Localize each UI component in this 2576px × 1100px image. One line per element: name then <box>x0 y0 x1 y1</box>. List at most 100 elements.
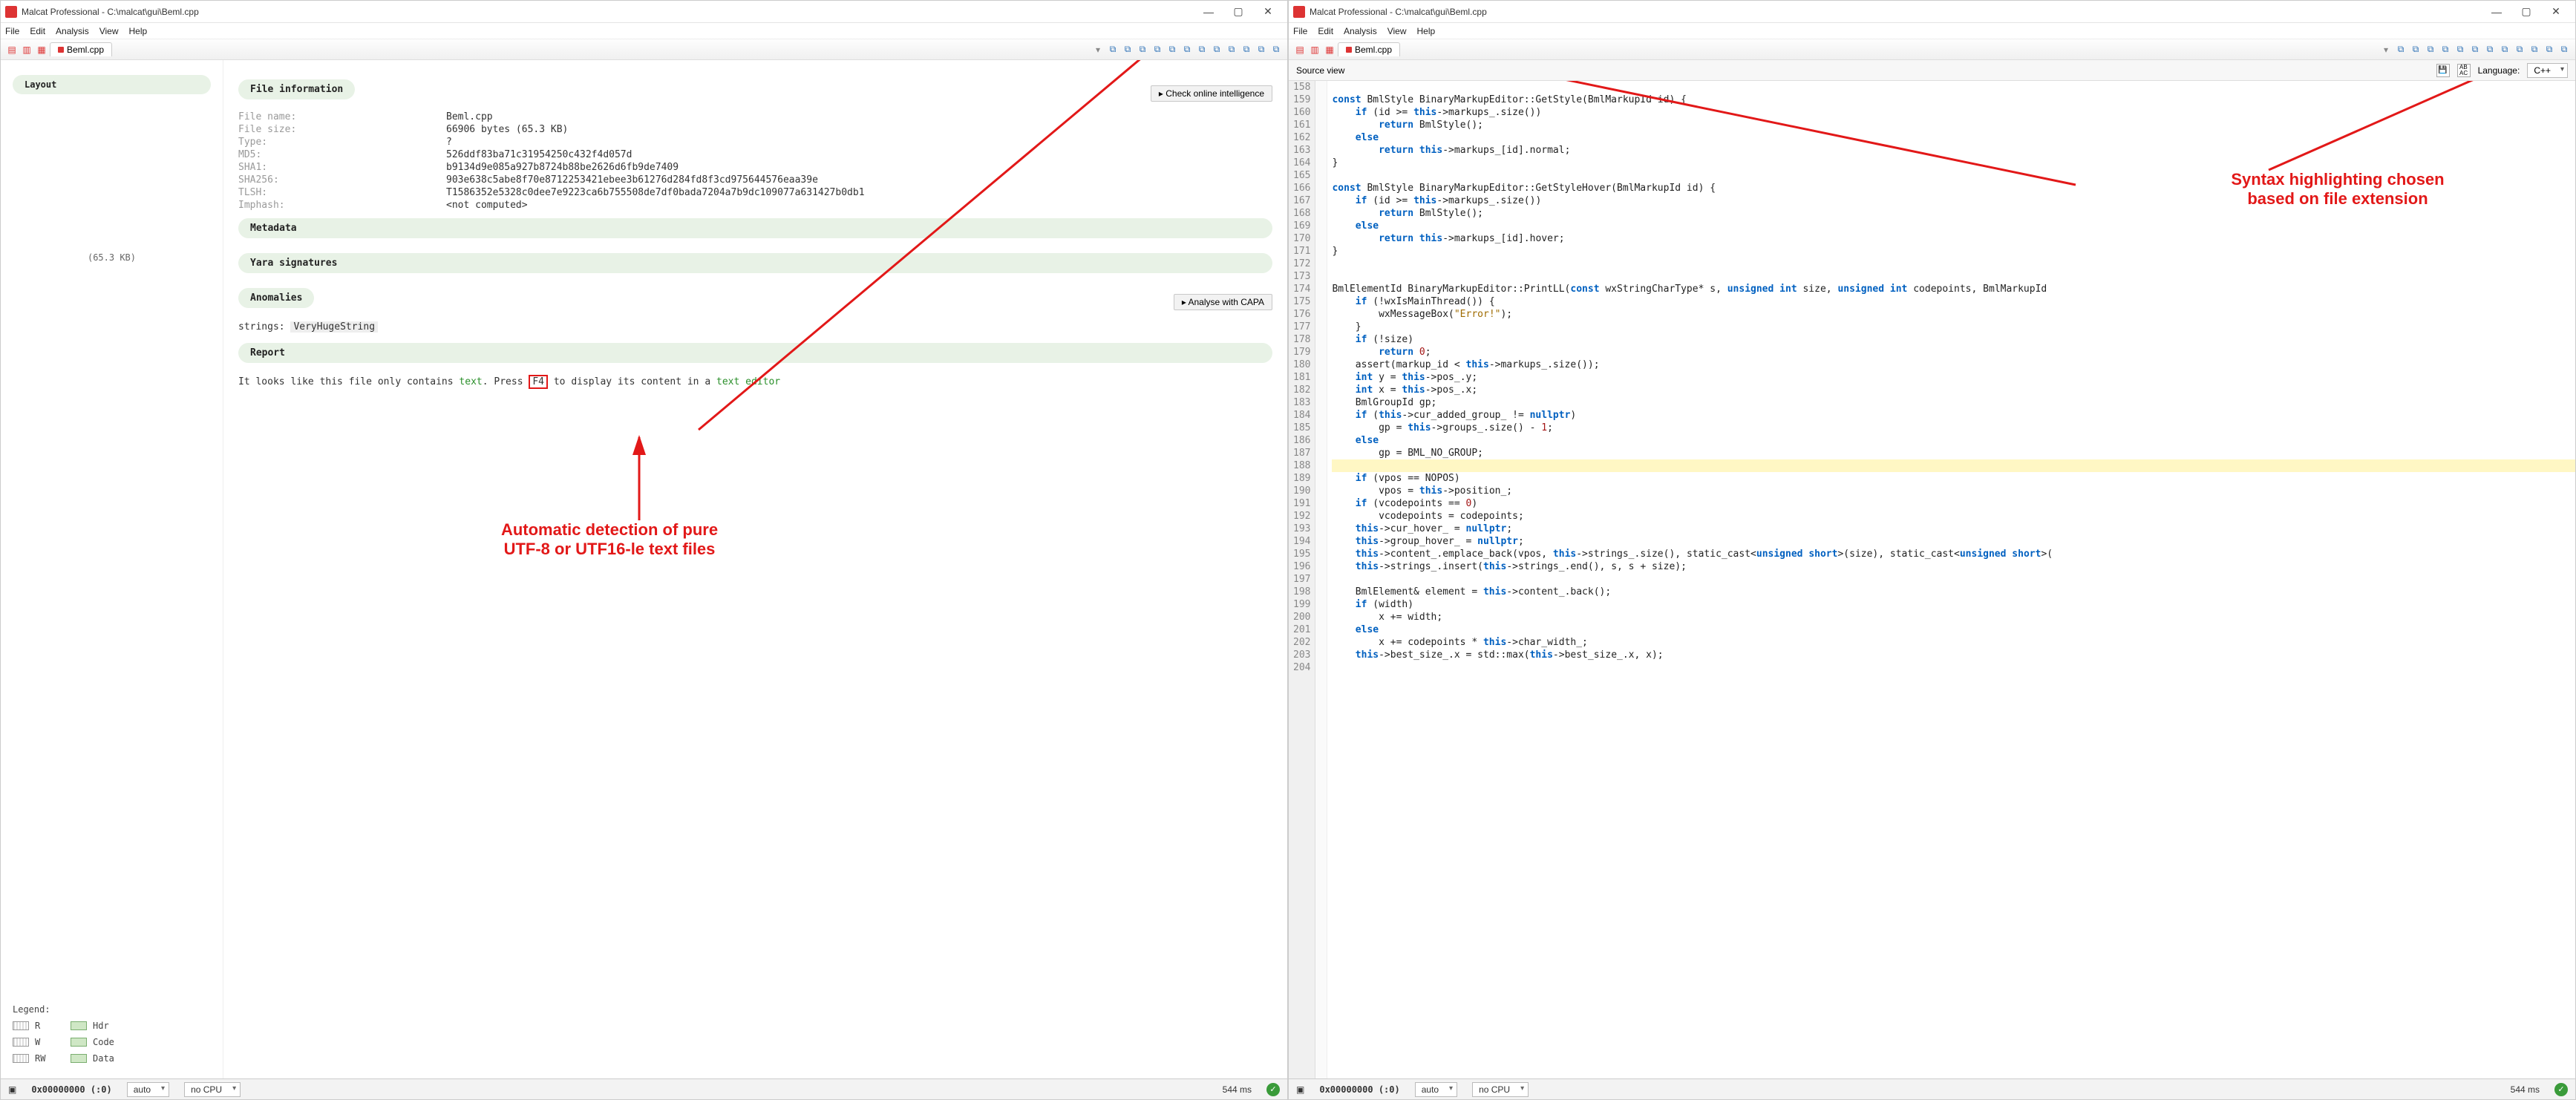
tb-f-icon[interactable]: ⧉ <box>1180 43 1194 56</box>
status-target-icon-r: ▣ <box>1296 1084 1304 1095</box>
menu-edit[interactable]: Edit <box>30 26 45 36</box>
tb-e-icon-r[interactable]: ⧉ <box>2454 43 2467 56</box>
check-intelligence-button[interactable]: ▸ Check online intelligence <box>1151 85 1272 102</box>
line-gutter: 158 159 160 161 162 163 164 165 166 167 … <box>1289 81 1315 1078</box>
summary-content: Layout (65.3 KB) Legend: RHdrWCodeRWData… <box>1 60 1287 1078</box>
abac-icon[interactable]: ABAC <box>2457 64 2471 77</box>
tb-d-icon-r[interactable]: ⧉ <box>2439 43 2452 56</box>
status-ok-icon: ✓ <box>1266 1083 1280 1096</box>
legend-swatch <box>13 1038 29 1047</box>
legend-swatch <box>13 1021 29 1030</box>
fileinfo-value: T1586352e5328c0dee7e9223ca6b755508de7df0… <box>446 187 1272 198</box>
source-bar: Source view 💾 ABAC Language: C++ <box>1289 60 2575 81</box>
menu-file-r[interactable]: File <box>1293 26 1307 36</box>
titlebar: Malcat Professional - C:\malcat\gui\Beml… <box>1 1 1287 23</box>
maximize-button[interactable]: ▢ <box>1223 1 1253 22</box>
statusbar: ▣ 0x00000000 (:0) auto no CPU 544 ms ✓ <box>1 1078 1287 1099</box>
statusbar-r: ▣ 0x00000000 (:0) auto no CPU 544 ms ✓ <box>1289 1078 2575 1099</box>
minimize-button-r[interactable]: ― <box>2482 1 2511 22</box>
close-button[interactable]: ✕ <box>1253 1 1283 22</box>
open-file-icon-r[interactable]: ▤ <box>1293 43 1307 56</box>
fileinfo-row: SHA1:b9134d9e085a927b8724b88be2626d6fb9d… <box>238 162 1272 173</box>
tb-d-icon[interactable]: ⧉ <box>1151 43 1164 56</box>
new-file-icon-r[interactable]: ▥ <box>1308 43 1321 56</box>
report-text-word: text <box>459 376 482 387</box>
open-file-icon[interactable]: ▤ <box>5 43 19 56</box>
app-icon <box>5 6 17 18</box>
fileinfo-row: MD5:526ddf83ba71c31954250c432f4d057d <box>238 149 1272 160</box>
window-title-r: Malcat Professional - C:\malcat\gui\Beml… <box>1310 7 1487 17</box>
tb-e-icon[interactable]: ⧉ <box>1166 43 1179 56</box>
status-ok-icon-r: ✓ <box>2554 1083 2568 1096</box>
menu-help[interactable]: Help <box>129 26 148 36</box>
analyse-capa-button[interactable]: ▸ Analyse with CAPA <box>1174 294 1272 310</box>
tb-j-icon[interactable]: ⧉ <box>1240 43 1253 56</box>
window-title: Malcat Professional - C:\malcat\gui\Beml… <box>22 7 199 17</box>
status-mode-combo[interactable]: auto <box>127 1082 169 1097</box>
fileinfo-key: File name: <box>238 111 446 122</box>
chevron-down-icon-r[interactable]: ▾ <box>2379 43 2393 56</box>
tb-i-icon[interactable]: ⧉ <box>1225 43 1238 56</box>
tab-label: Beml.cpp <box>67 45 104 55</box>
tb-f-icon-r[interactable]: ⧉ <box>2468 43 2482 56</box>
tb-i-icon-r[interactable]: ⧉ <box>2513 43 2526 56</box>
tb-l-icon[interactable]: ⧉ <box>1269 43 1283 56</box>
menu-edit-r[interactable]: Edit <box>1318 26 1333 36</box>
tb-c-icon-r[interactable]: ⧉ <box>2424 43 2437 56</box>
language-label: Language: <box>2478 65 2520 76</box>
save-icon[interactable]: 💾 <box>2436 64 2450 77</box>
code-view[interactable]: const BmlStyle BinaryMarkupEditor::GetSt… <box>1327 81 2575 1078</box>
tb-b-icon-r[interactable]: ⧉ <box>2409 43 2422 56</box>
code-area: 158 159 160 161 162 163 164 165 166 167 … <box>1289 81 2575 1078</box>
status-address: 0x00000000 (:0) <box>31 1084 111 1095</box>
tb-l-icon-r[interactable]: ⧉ <box>2557 43 2571 56</box>
tb-b-icon[interactable]: ⧉ <box>1121 43 1134 56</box>
tb-c-icon[interactable]: ⧉ <box>1136 43 1149 56</box>
menu-view-r[interactable]: View <box>1387 26 1407 36</box>
menu-help-r[interactable]: Help <box>1417 26 1436 36</box>
fileinfo-row: Imphash:<not computed> <box>238 200 1272 211</box>
close-button-r[interactable]: ✕ <box>2541 1 2571 22</box>
section-metadata: Metadata <box>238 218 1272 238</box>
tb-h-icon-r[interactable]: ⧉ <box>2498 43 2511 56</box>
language-combo[interactable]: C++ <box>2527 63 2568 78</box>
file-tab[interactable]: Beml.cpp <box>50 42 112 56</box>
doc-red-icon-r[interactable]: ▦ <box>1323 43 1336 56</box>
fileinfo-value: ? <box>446 137 1272 148</box>
legend-swatch <box>71 1054 87 1063</box>
status-cpu-combo-r[interactable]: no CPU <box>1472 1082 1529 1097</box>
report-text: It looks like this file only contains te… <box>238 375 1272 390</box>
tb-k-icon[interactable]: ⧉ <box>1255 43 1268 56</box>
menu-file[interactable]: File <box>5 26 19 36</box>
new-file-icon[interactable]: ▥ <box>20 43 33 56</box>
menu-analysis-r[interactable]: Analysis <box>1344 26 1377 36</box>
anomalies-line: strings: VeryHugeString <box>238 320 1272 335</box>
chevron-down-icon[interactable]: ▾ <box>1091 43 1105 56</box>
minimize-button[interactable]: ― <box>1194 1 1223 22</box>
fileinfo-value: Beml.cpp <box>446 111 1272 122</box>
fileinfo-row: File size:66906 bytes (65.3 KB) <box>238 124 1272 135</box>
anomalies-value: VeryHugeString <box>290 321 378 333</box>
fileinfo-key: SHA1: <box>238 162 446 173</box>
tb-h-icon[interactable]: ⧉ <box>1210 43 1223 56</box>
status-mode-combo-r[interactable]: auto <box>1415 1082 1457 1097</box>
tb-g-icon-r[interactable]: ⧉ <box>2483 43 2497 56</box>
menu-analysis[interactable]: Analysis <box>56 26 89 36</box>
right-window: Malcat Professional - C:\malcat\gui\Beml… <box>1288 0 2576 1100</box>
tab-label-r: Beml.cpp <box>1355 45 1392 55</box>
legend-swatch <box>13 1054 29 1063</box>
file-tab-r[interactable]: Beml.cpp <box>1338 42 1400 56</box>
menu-view[interactable]: View <box>99 26 119 36</box>
maximize-button-r[interactable]: ▢ <box>2511 1 2541 22</box>
tb-j-icon-r[interactable]: ⧉ <box>2528 43 2541 56</box>
status-cpu-combo[interactable]: no CPU <box>184 1082 241 1097</box>
doc-red-icon[interactable]: ▦ <box>35 43 48 56</box>
tb-a-icon[interactable]: ⧉ <box>1106 43 1119 56</box>
tb-g-icon[interactable]: ⧉ <box>1195 43 1209 56</box>
tb-a-icon-r[interactable]: ⧉ <box>2394 43 2407 56</box>
layout-size: (65.3 KB) <box>88 252 136 263</box>
legend-label: Code <box>93 1037 114 1047</box>
fileinfo-value: 526ddf83ba71c31954250c432f4d057d <box>446 149 1272 160</box>
status-time: 544 ms <box>1223 1084 1252 1095</box>
tb-k-icon-r[interactable]: ⧉ <box>2543 43 2556 56</box>
